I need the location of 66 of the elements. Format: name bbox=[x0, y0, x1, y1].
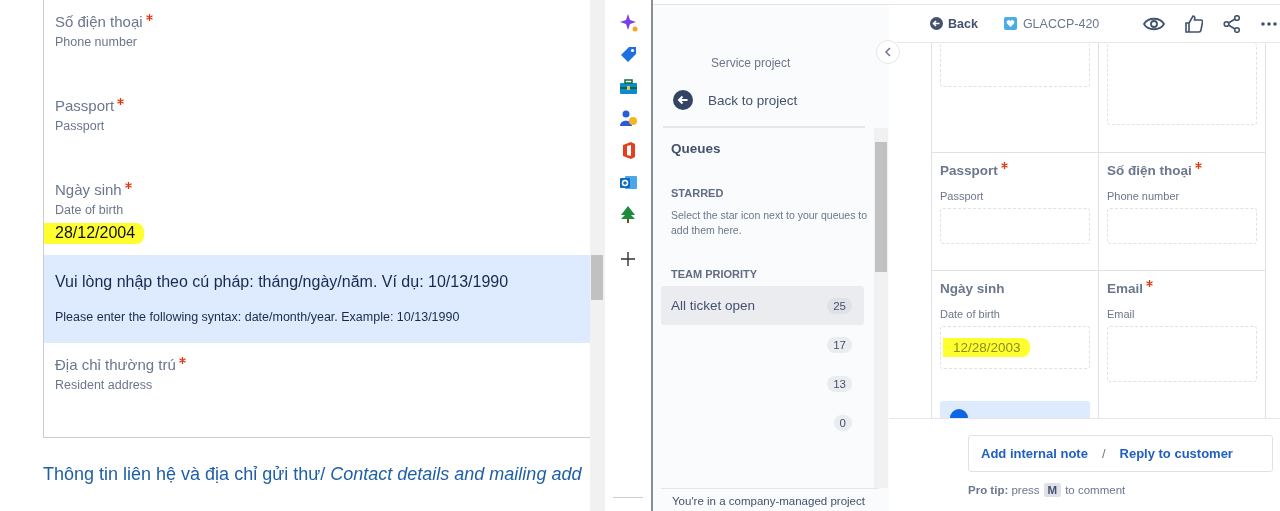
back-link[interactable]: Back bbox=[930, 16, 978, 31]
more-icon[interactable] bbox=[1261, 21, 1277, 26]
issue-type-icon bbox=[1003, 17, 1017, 30]
field-label: Ngày sinh bbox=[55, 181, 122, 198]
keyboard-key: M bbox=[1043, 483, 1062, 497]
field-hint: Email bbox=[1107, 308, 1136, 320]
starred-hint: Select the star icon next to your queues to add them here. bbox=[671, 208, 869, 238]
people-icon[interactable] bbox=[618, 109, 638, 128]
project-type: Service project bbox=[711, 56, 792, 70]
queue-name: All ticket open bbox=[671, 298, 756, 313]
queue-count: 13 bbox=[827, 375, 852, 392]
queue-count: 17 bbox=[827, 336, 852, 353]
tree-icon[interactable] bbox=[618, 205, 638, 224]
field-label: Passport bbox=[940, 163, 998, 178]
project-footer: You're in a company-managed project bbox=[661, 488, 879, 511]
queue-count: 0 bbox=[833, 414, 852, 431]
scrollbar[interactable] bbox=[590, 0, 605, 511]
field-label: Số điện thoại bbox=[55, 13, 143, 30]
section-heading: STARRED bbox=[671, 187, 725, 199]
scrollbar[interactable] bbox=[874, 128, 888, 488]
date-value: 12/28/2003 bbox=[943, 338, 1030, 357]
field-hint: Passport bbox=[940, 190, 985, 202]
add-icon[interactable] bbox=[618, 250, 638, 269]
date-value: 28/12/2004 bbox=[44, 223, 145, 244]
field-label: Email bbox=[1107, 281, 1144, 296]
queue-item[interactable]: All ticket open 25 bbox=[661, 286, 864, 325]
field-label: Địa chỉ thường trú bbox=[55, 356, 176, 373]
toolbox-icon[interactable] bbox=[618, 77, 638, 96]
field-hint: Resident address bbox=[55, 378, 154, 392]
share-icon[interactable] bbox=[1223, 14, 1241, 33]
section-heading: Thông tin liên hệ và địa chỉ gửi thư/ Contact details and mailing add bbox=[43, 464, 583, 485]
thumbs-up-icon[interactable] bbox=[1185, 14, 1203, 33]
queues-heading: Queues bbox=[671, 141, 722, 156]
queue-count: 25 bbox=[827, 297, 852, 314]
notice-text: Please enter the following syntax: date/month/year. Example: 10/13/1990 bbox=[55, 310, 461, 324]
back-to-project-link[interactable]: Back to project bbox=[672, 89, 879, 111]
reply-to-customer-link[interactable]: Reply to customer bbox=[1119, 446, 1233, 461]
field-label: Passport bbox=[55, 97, 115, 114]
issue-key-link[interactable]: GLACCP-420 bbox=[1003, 16, 1100, 31]
notice-title: Vui lòng nhập theo cú pháp: tháng/ngày/năm. Ví dụ: 10/13/1990 bbox=[55, 273, 510, 291]
scrollbar-thumb[interactable] bbox=[875, 142, 887, 272]
scrollbar-thumb[interactable] bbox=[591, 255, 603, 300]
input-field[interactable] bbox=[1107, 208, 1257, 244]
field-hint: Date of birth bbox=[55, 203, 125, 217]
queue-item[interactable]: 13 bbox=[661, 364, 864, 403]
queue-item[interactable]: 17 bbox=[661, 325, 864, 364]
mail-app-icon[interactable] bbox=[618, 173, 638, 192]
watch-eye-icon[interactable] bbox=[1143, 15, 1165, 32]
field-label: Ngày sinh bbox=[940, 281, 1005, 296]
section-heading: TEAM PRIORITY bbox=[671, 268, 759, 280]
input-field[interactable] bbox=[940, 208, 1090, 244]
pro-tip-text: to comment bbox=[1065, 484, 1126, 496]
pro-tip-text: Pro tip: press bbox=[968, 484, 1040, 496]
comment-box[interactable]: Add internal note / Reply to customer bbox=[968, 435, 1273, 472]
queue-item[interactable]: 0 bbox=[661, 403, 864, 442]
input-field[interactable] bbox=[1107, 326, 1257, 382]
add-internal-note-link[interactable]: Add internal note bbox=[981, 446, 1088, 461]
input-field[interactable]: 12/28/2003 bbox=[940, 326, 1090, 369]
back-arrow-icon bbox=[930, 17, 943, 30]
field-label: Số điện thoại bbox=[1107, 163, 1192, 178]
field-hint: Phone number bbox=[1107, 190, 1181, 202]
chevron-left-icon[interactable] bbox=[884, 47, 892, 57]
field-hint: Date of birth bbox=[940, 308, 1001, 320]
field-hint: Passport bbox=[55, 119, 106, 133]
separator: / bbox=[1101, 446, 1106, 461]
field-hint: Phone number bbox=[55, 35, 138, 49]
